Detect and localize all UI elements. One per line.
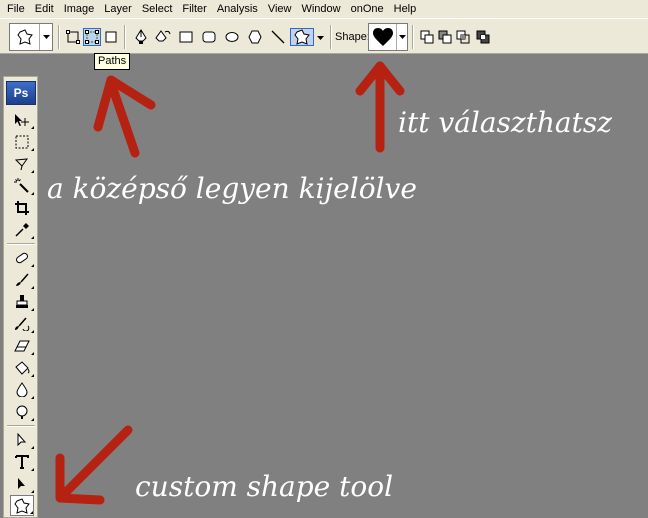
annotation-custom-shape-tool: custom shape tool bbox=[135, 470, 394, 503]
arrow-to-shape-picker bbox=[355, 61, 405, 153]
annotation-middle-selected: a középső legyen kijelölve bbox=[47, 172, 417, 205]
arrow-to-custom-shape-tool bbox=[55, 425, 133, 505]
annotation-choose-here: itt választhatsz bbox=[398, 106, 612, 139]
annotation-arrows bbox=[55, 61, 405, 505]
arrow-to-paths-button bbox=[93, 75, 156, 158]
